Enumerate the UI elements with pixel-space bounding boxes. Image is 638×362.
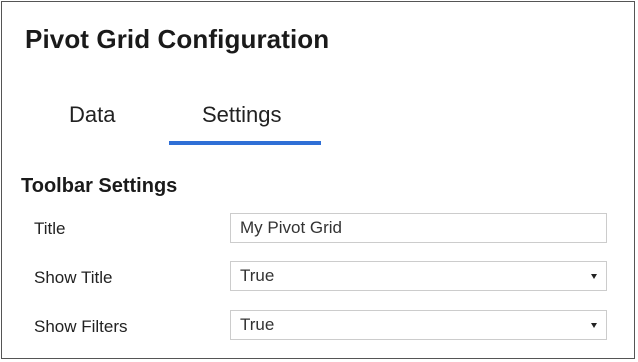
show-filters-selected-value: True	[240, 315, 275, 334]
tab-data[interactable]: Data	[69, 102, 115, 128]
show-title-selected-value: True	[240, 266, 275, 285]
active-tab-indicator	[169, 141, 321, 145]
pivot-grid-configuration-panel: Pivot Grid Configuration Data Settings T…	[1, 1, 635, 359]
show-title-select[interactable]: True	[230, 261, 607, 291]
panel-title: Pivot Grid Configuration	[25, 24, 330, 54]
chevron-down-icon	[591, 322, 597, 328]
show-filters-label: Show Filters	[34, 317, 128, 336]
tab-settings[interactable]: Settings	[202, 102, 282, 128]
tab-bar: Data Settings	[2, 92, 634, 148]
section-title-toolbar-settings: Toolbar Settings	[21, 175, 178, 197]
show-filters-select[interactable]: True	[230, 310, 607, 340]
chevron-down-icon	[591, 273, 597, 279]
show-title-label: Show Title	[34, 268, 113, 287]
title-label: Title	[34, 219, 66, 238]
title-input[interactable]	[230, 213, 607, 243]
